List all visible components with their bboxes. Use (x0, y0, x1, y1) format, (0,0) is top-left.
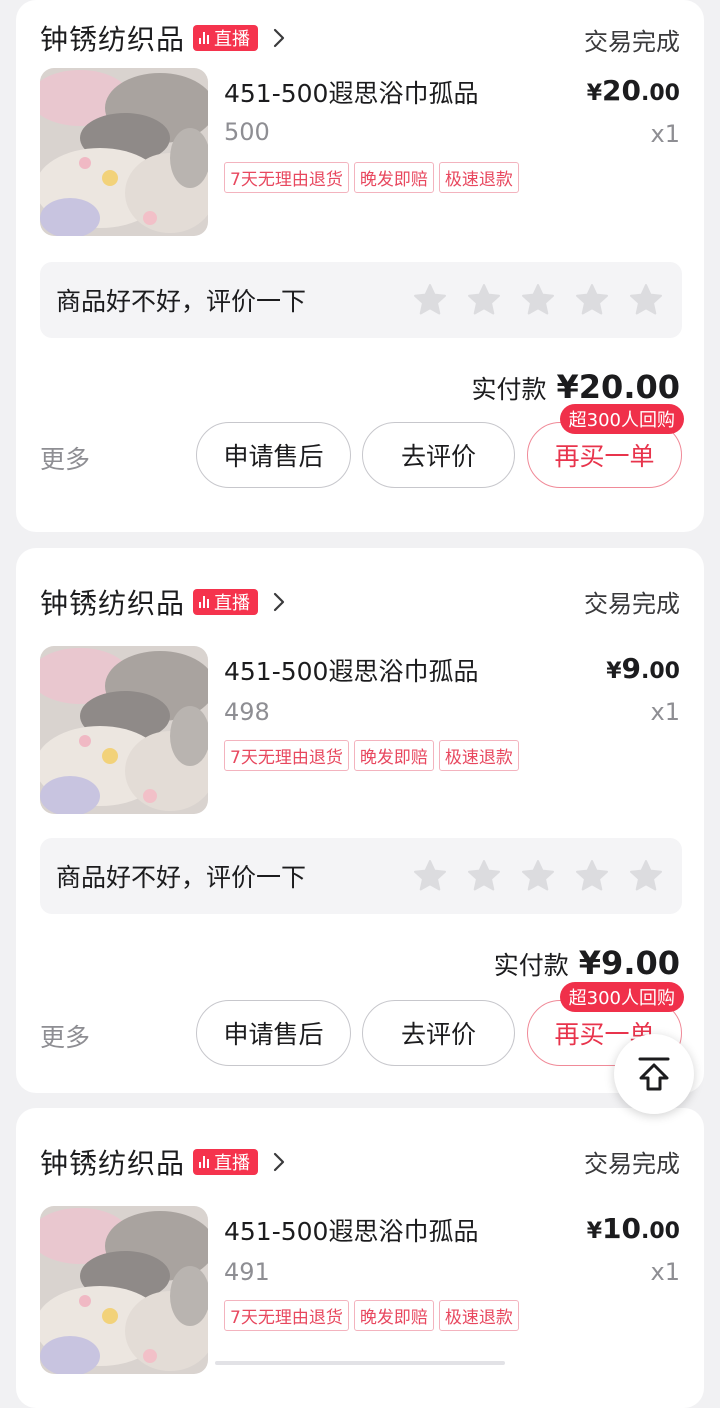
product-thumbnail[interactable] (40, 68, 208, 236)
product-quantity: x1 (650, 1258, 680, 1286)
star-icon[interactable] (628, 858, 664, 894)
after-sales-button[interactable]: 申请售后 (196, 1000, 351, 1066)
review-button[interactable]: 去评价 (362, 422, 515, 488)
star-icon[interactable] (520, 282, 556, 318)
order-status: 交易完成 (584, 28, 680, 56)
repurchase-badge: 超300人回购 (559, 404, 684, 434)
product-title[interactable]: 451-500遐思浴巾孤品 (224, 1212, 478, 1248)
live-bars-icon (199, 596, 210, 608)
product-quantity: x1 (650, 698, 680, 726)
order-card[interactable]: 钟锈纺织品 直播 交易完成 451-500遐思浴巾孤品 500 ¥20.00 x… (16, 0, 704, 532)
paid-label: 实付款 (471, 375, 547, 404)
product-price: ¥9.00 (606, 652, 680, 685)
product-price: ¥10.00 (587, 1212, 680, 1245)
price-decimal: .00 (641, 1219, 680, 1244)
service-tag: 极速退款 (438, 1300, 519, 1331)
scroll-indicator (215, 1361, 505, 1365)
service-tag: 7天无理由退货 (224, 740, 349, 771)
after-sales-button[interactable]: 申请售后 (196, 422, 351, 488)
store-name[interactable]: 钟锈纺织品 (40, 1142, 185, 1182)
chevron-right-icon[interactable] (268, 1151, 290, 1173)
store-name[interactable]: 钟锈纺织品 (40, 18, 185, 58)
star-icon[interactable] (520, 858, 556, 894)
product-quantity: x1 (650, 120, 680, 148)
review-button[interactable]: 去评价 (362, 1000, 515, 1066)
service-tag: 7天无理由退货 (224, 162, 349, 193)
product-price: ¥20.00 (587, 74, 680, 107)
product-sku: 500 (224, 118, 270, 146)
star-icon[interactable] (574, 282, 610, 318)
rating-bar: 商品好不好，评价一下 (40, 262, 682, 338)
paid-total: 实付款 ¥9.00 (494, 944, 680, 982)
service-tag: 7天无理由退货 (224, 1300, 349, 1331)
price-integer: 20 (602, 74, 642, 107)
live-badge-label: 直播 (214, 593, 251, 614)
chevron-right-icon[interactable] (268, 591, 290, 613)
repurchase-badge: 超300人回购 (559, 982, 684, 1012)
product-title[interactable]: 451-500遐思浴巾孤品 (224, 652, 478, 688)
price-decimal: .00 (641, 659, 680, 684)
product-thumbnail[interactable] (40, 1206, 208, 1374)
order-card[interactable]: 钟锈纺织品 直播 交易完成 451-500遐思浴巾孤品 498 ¥9.00 x1… (16, 548, 704, 1093)
paid-amount: ¥9.00 (578, 944, 680, 982)
live-bars-icon (199, 1156, 210, 1168)
paid-label: 实付款 (493, 951, 569, 980)
order-status: 交易完成 (584, 1150, 680, 1178)
star-icon[interactable] (574, 858, 610, 894)
back-to-top-button[interactable] (614, 1034, 694, 1114)
rating-stars (412, 282, 664, 318)
service-tags: 7天无理由退货 晚发即赔 极速退款 (224, 740, 519, 771)
rating-prompt: 商品好不好，评价一下 (56, 287, 307, 316)
back-to-top-icon (638, 1057, 670, 1091)
more-button[interactable]: 更多 (40, 440, 90, 476)
live-badge: 直播 (193, 25, 259, 51)
store-header[interactable]: 钟锈纺织品 直播 (40, 582, 290, 622)
rating-bar: 商品好不好，评价一下 (40, 838, 682, 914)
service-tag: 晚发即赔 (353, 1300, 434, 1331)
service-tags: 7天无理由退货 晚发即赔 极速退款 (224, 162, 519, 193)
star-icon[interactable] (412, 858, 448, 894)
store-name[interactable]: 钟锈纺织品 (40, 582, 185, 622)
paid-total: 实付款 ¥20.00 (472, 368, 681, 406)
rating-prompt: 商品好不好，评价一下 (56, 863, 307, 892)
store-header[interactable]: 钟锈纺织品 直播 (40, 1142, 290, 1182)
star-icon[interactable] (412, 282, 448, 318)
price-currency: ¥ (586, 1219, 603, 1244)
live-badge: 直播 (193, 1149, 259, 1175)
product-sku: 498 (224, 698, 270, 726)
live-badge: 直播 (193, 589, 259, 615)
order-status: 交易完成 (584, 590, 680, 618)
more-button[interactable]: 更多 (40, 1018, 90, 1054)
paid-amount: ¥20.00 (556, 368, 680, 406)
product-thumbnail[interactable] (40, 646, 208, 814)
price-currency: ¥ (586, 81, 603, 106)
service-tag: 晚发即赔 (353, 740, 434, 771)
price-currency: ¥ (606, 659, 622, 684)
star-icon[interactable] (466, 282, 502, 318)
live-badge-label: 直播 (214, 1153, 251, 1174)
rating-stars (412, 858, 664, 894)
price-decimal: .00 (641, 81, 680, 106)
live-bars-icon (199, 32, 210, 44)
live-badge-label: 直播 (214, 29, 251, 50)
chevron-right-icon[interactable] (268, 27, 290, 49)
star-icon[interactable] (628, 282, 664, 318)
service-tag: 极速退款 (438, 162, 519, 193)
service-tag: 极速退款 (438, 740, 519, 771)
service-tag: 晚发即赔 (353, 162, 434, 193)
product-sku: 491 (224, 1258, 270, 1286)
service-tags: 7天无理由退货 晚发即赔 极速退款 (224, 1300, 519, 1331)
store-header[interactable]: 钟锈纺织品 直播 (40, 18, 290, 58)
price-integer: 9 (621, 652, 642, 685)
price-integer: 10 (602, 1212, 642, 1245)
star-icon[interactable] (466, 858, 502, 894)
product-title[interactable]: 451-500遐思浴巾孤品 (224, 74, 478, 110)
